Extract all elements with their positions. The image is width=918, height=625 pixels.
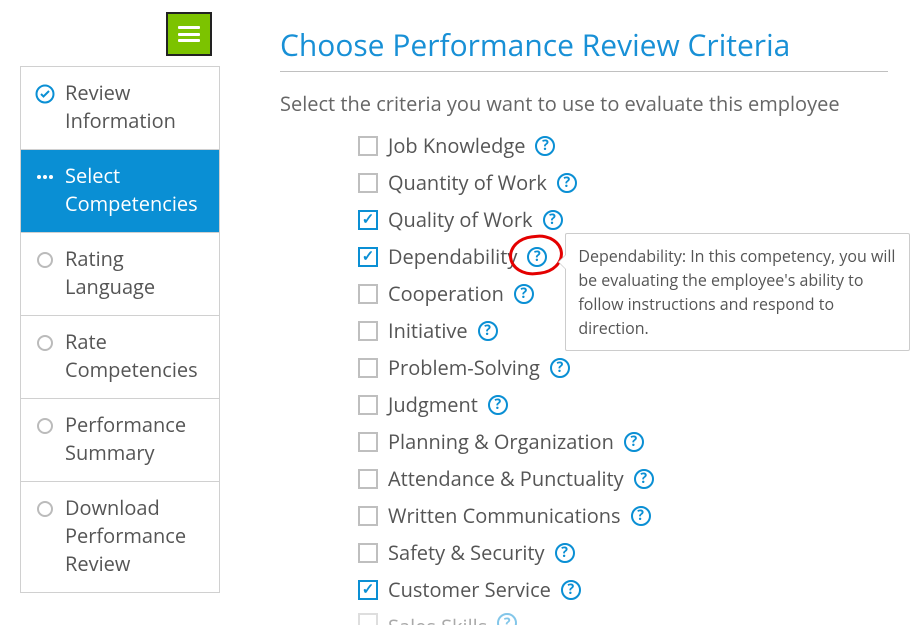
help-icon[interactable]: ? xyxy=(561,580,581,600)
criteria-row: Safety & Security? xyxy=(358,534,888,571)
sidebar-step-5[interactable]: Download Performance Review xyxy=(21,482,219,592)
help-icon[interactable]: ? xyxy=(488,395,508,415)
criteria-label: Customer Service xyxy=(388,576,551,603)
criteria-label: Quantity of Work xyxy=(388,169,547,196)
sidebar-step-label: Rating Language xyxy=(65,245,205,301)
main-panel: Choose Performance Review Criteria Selec… xyxy=(220,0,918,625)
sidebar-step-1[interactable]: Select Competencies xyxy=(21,150,219,233)
empty-circle-icon xyxy=(35,332,55,352)
sidebar-step-2[interactable]: Rating Language xyxy=(21,233,219,316)
criteria-row: Job Knowledge? xyxy=(358,127,888,164)
criteria-row: Judgment? xyxy=(358,386,888,423)
criteria-row: Planning & Organization? xyxy=(358,423,888,460)
help-icon[interactable]: ? xyxy=(631,506,651,526)
sidebar-step-3[interactable]: Rate Competencies xyxy=(21,316,219,399)
criteria-checkbox[interactable] xyxy=(358,173,378,193)
check-circle-icon xyxy=(35,83,55,103)
empty-circle-icon xyxy=(35,498,55,518)
help-icon[interactable]: ? xyxy=(535,136,555,156)
sidebar-step-4[interactable]: Performance Summary xyxy=(21,399,219,482)
help-icon[interactable]: ? xyxy=(478,321,498,341)
criteria-label: Quality of Work xyxy=(388,206,533,233)
criteria-label: Dependability xyxy=(388,243,517,270)
help-icon[interactable]: ? xyxy=(497,613,517,625)
criteria-list: Job Knowledge?Quantity of Work?Quality o… xyxy=(280,127,888,625)
criteria-label: Planning & Organization xyxy=(388,428,614,455)
hamburger-icon xyxy=(178,26,200,42)
criteria-checkbox[interactable] xyxy=(358,580,378,600)
empty-circle-icon xyxy=(35,249,55,269)
criteria-checkbox[interactable] xyxy=(358,284,378,304)
criteria-label: Sales Skills xyxy=(388,613,487,625)
criteria-checkbox[interactable] xyxy=(358,506,378,526)
sidebar-column: Review Information Select Competencies Rat… xyxy=(0,0,220,625)
page-subtext: Select the criteria you want to use to e… xyxy=(280,90,888,117)
criteria-row: Problem-Solving? xyxy=(358,349,888,386)
criteria-tooltip: Dependability: In this competency, you w… xyxy=(565,233,910,351)
criteria-checkbox[interactable] xyxy=(358,469,378,489)
help-icon[interactable]: ? xyxy=(634,469,654,489)
empty-circle-icon xyxy=(35,415,55,435)
criteria-checkbox[interactable] xyxy=(358,432,378,452)
dots-icon xyxy=(35,166,55,186)
criteria-label: Safety & Security xyxy=(388,539,545,566)
criteria-label: Job Knowledge xyxy=(388,132,525,159)
criteria-label: Cooperation xyxy=(388,280,504,307)
criteria-row: Quantity of Work? xyxy=(358,164,888,201)
criteria-label: Written Communications xyxy=(388,502,621,529)
wizard-sidebar: Review Information Select Competencies Rat… xyxy=(20,66,220,593)
help-icon[interactable]: ? xyxy=(527,247,547,267)
criteria-checkbox[interactable] xyxy=(358,136,378,156)
sidebar-step-label: Rate Competencies xyxy=(65,328,205,384)
criteria-checkbox[interactable] xyxy=(358,358,378,378)
criteria-row: Customer Service? xyxy=(358,571,888,608)
help-icon[interactable]: ? xyxy=(514,284,534,304)
help-icon[interactable]: ? xyxy=(624,432,644,452)
sidebar-step-0[interactable]: Review Information xyxy=(21,67,219,150)
hamburger-holder xyxy=(20,12,220,56)
page-heading: Choose Performance Review Criteria xyxy=(280,24,888,72)
criteria-checkbox[interactable] xyxy=(358,613,378,625)
criteria-row: Written Communications? xyxy=(358,497,888,534)
hamburger-button[interactable] xyxy=(166,12,212,56)
help-icon[interactable]: ? xyxy=(550,358,570,378)
sidebar-step-label: Review Information xyxy=(65,79,205,135)
sidebar-step-label: Performance Summary xyxy=(65,411,205,467)
criteria-row: Attendance & Punctuality? xyxy=(358,460,888,497)
criteria-checkbox[interactable] xyxy=(358,543,378,563)
sidebar-step-label: Download Performance Review xyxy=(65,494,205,578)
help-icon[interactable]: ? xyxy=(557,173,577,193)
app-root: Review Information Select Competencies Rat… xyxy=(0,0,918,625)
help-icon[interactable]: ? xyxy=(555,543,575,563)
criteria-label: Judgment xyxy=(388,391,478,418)
help-icon[interactable]: ? xyxy=(543,210,563,230)
criteria-label: Attendance & Punctuality xyxy=(388,465,624,492)
criteria-label: Problem-Solving xyxy=(388,354,540,381)
criteria-checkbox[interactable] xyxy=(358,321,378,341)
criteria-label: Initiative xyxy=(388,317,468,344)
criteria-checkbox[interactable] xyxy=(358,395,378,415)
criteria-checkbox[interactable] xyxy=(358,247,378,267)
criteria-checkbox[interactable] xyxy=(358,210,378,230)
criteria-row: Sales Skills? xyxy=(358,608,888,625)
sidebar-step-label: Select Competencies xyxy=(65,162,205,218)
